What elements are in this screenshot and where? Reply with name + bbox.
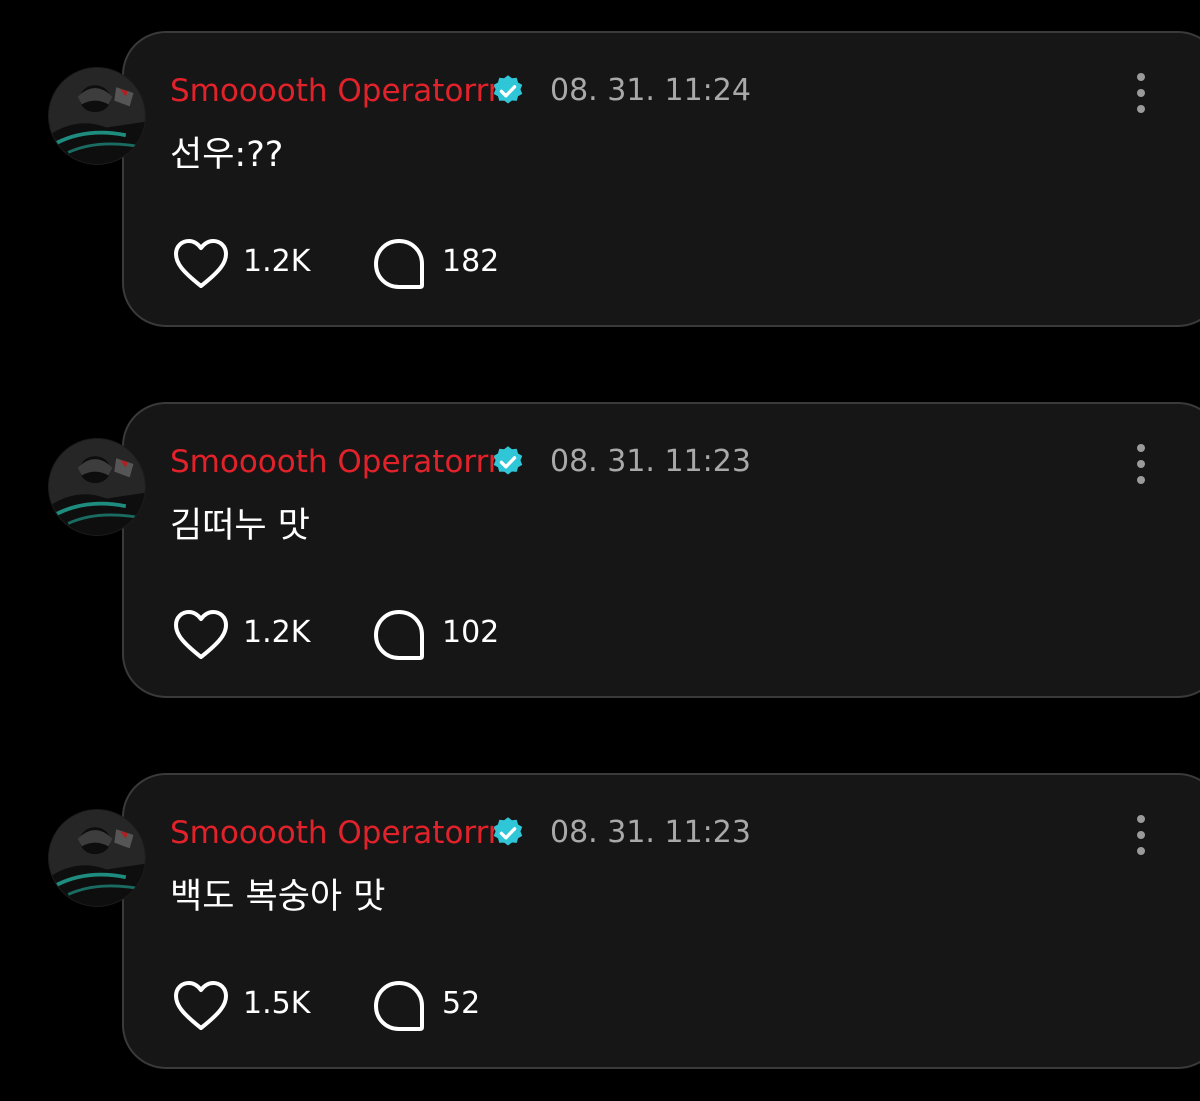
comment-card: Smooooth Operatorrrr 08. 31. 11:23 백도 복숭… [0,773,1200,1073]
comment-text: 김떠누 맛 [170,506,310,546]
comment-bubble-icon[interactable] [372,979,426,1033]
reply-count: 102 [442,615,500,650]
reply-count: 182 [442,244,500,279]
comment-text: 백도 복숭아 맛 [170,877,386,917]
comment-bubble-icon[interactable] [372,237,426,291]
heart-icon[interactable] [172,979,230,1033]
avatar-image [49,68,145,164]
comment-bubble-icon[interactable] [372,608,426,662]
avatar[interactable] [48,438,146,536]
heart-icon[interactable] [172,237,230,291]
heart-icon[interactable] [172,608,230,662]
verified-badge-icon [490,73,526,109]
verified-badge-icon [490,815,526,851]
verified-badge-icon [490,444,526,480]
more-options-icon[interactable] [1124,813,1158,857]
reply-count: 52 [442,986,481,1021]
comment-card: Smooooth Operatorrrr 08. 31. 11:24 선우:??… [0,31,1200,331]
username[interactable]: Smooooth Operatorrrr [170,813,513,853]
avatar[interactable] [48,809,146,907]
avatar-image [49,810,145,906]
username[interactable]: Smooooth Operatorrrr [170,442,513,482]
timestamp: 08. 31. 11:24 [550,73,751,108]
timestamp: 08. 31. 11:23 [550,815,751,850]
more-options-icon[interactable] [1124,71,1158,115]
avatar-image [49,439,145,535]
more-options-icon[interactable] [1124,442,1158,486]
avatar[interactable] [48,67,146,165]
like-count: 1.2K [243,244,311,279]
timestamp: 08. 31. 11:23 [550,444,751,479]
comment-text: 선우:?? [170,135,284,175]
comment-card: Smooooth Operatorrrr 08. 31. 11:23 김떠누 맛… [0,402,1200,702]
like-count: 1.2K [243,615,311,650]
username[interactable]: Smooooth Operatorrrr [170,71,513,111]
like-count: 1.5K [243,986,311,1021]
